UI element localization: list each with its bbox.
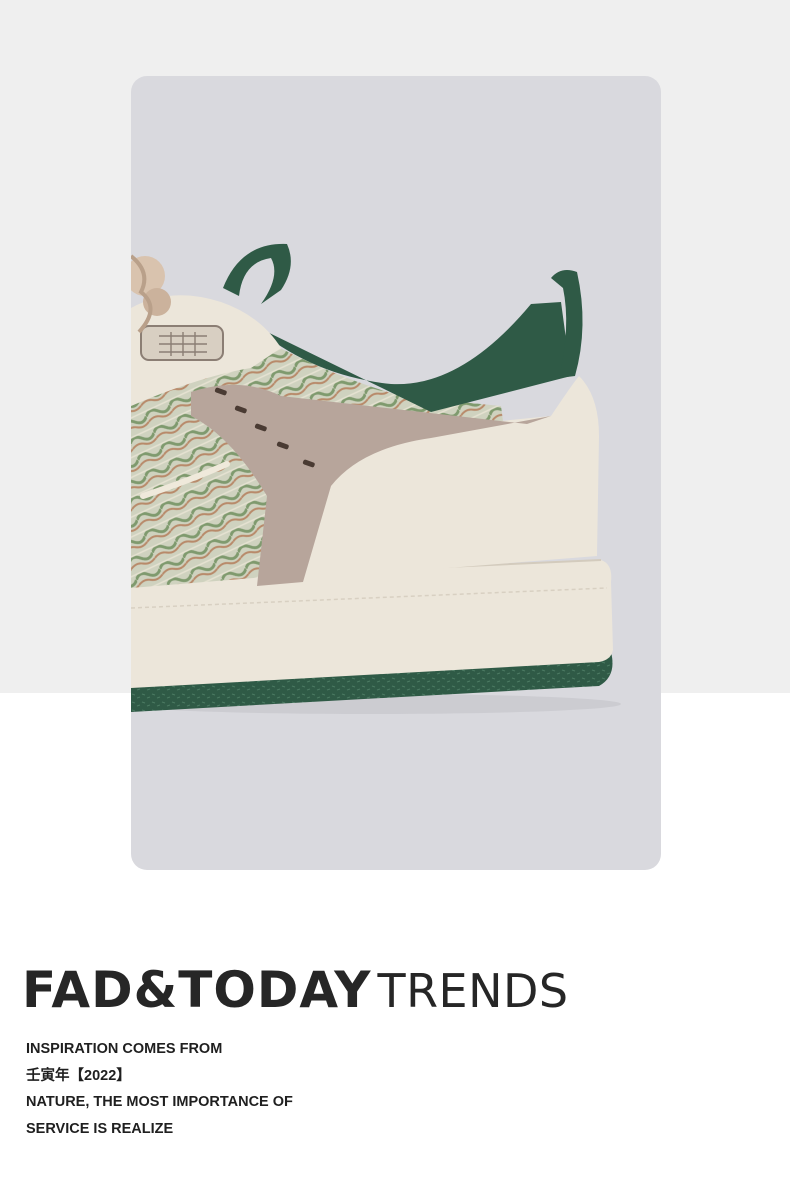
description-text: INSPIRATION COMES FROM 壬寅年【2022】 NATURE,…	[26, 1036, 293, 1142]
description-line-4: SERVICE IS REALIZE	[26, 1120, 174, 1137]
headline-bold: FAD&TODAY	[22, 961, 372, 1019]
description-line-1: INSPIRATION COMES FROM	[26, 1041, 223, 1057]
headline-light: TRENDS	[377, 964, 569, 1018]
product-photo-card	[131, 76, 661, 870]
description-line-3: NATURE, THE MOST IMPORTANCE OF	[26, 1094, 293, 1110]
headline: FAD&TODAY TRENDS	[22, 962, 569, 1018]
sneaker-image	[131, 243, 621, 714]
description-line-2: 壬寅年【2022】	[26, 1067, 131, 1084]
